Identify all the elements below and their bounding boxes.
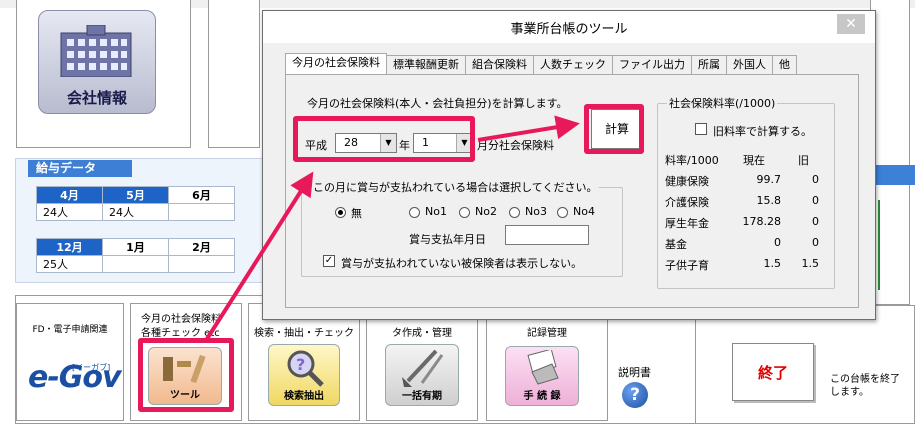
- arrow-to-calculate: [477, 115, 580, 142]
- arrow-to-date: [203, 171, 314, 344]
- tab-monthly-insurance[interactable]: 今月の社会保険料: [285, 53, 387, 74]
- annotation-arrows: [203, 115, 580, 344]
